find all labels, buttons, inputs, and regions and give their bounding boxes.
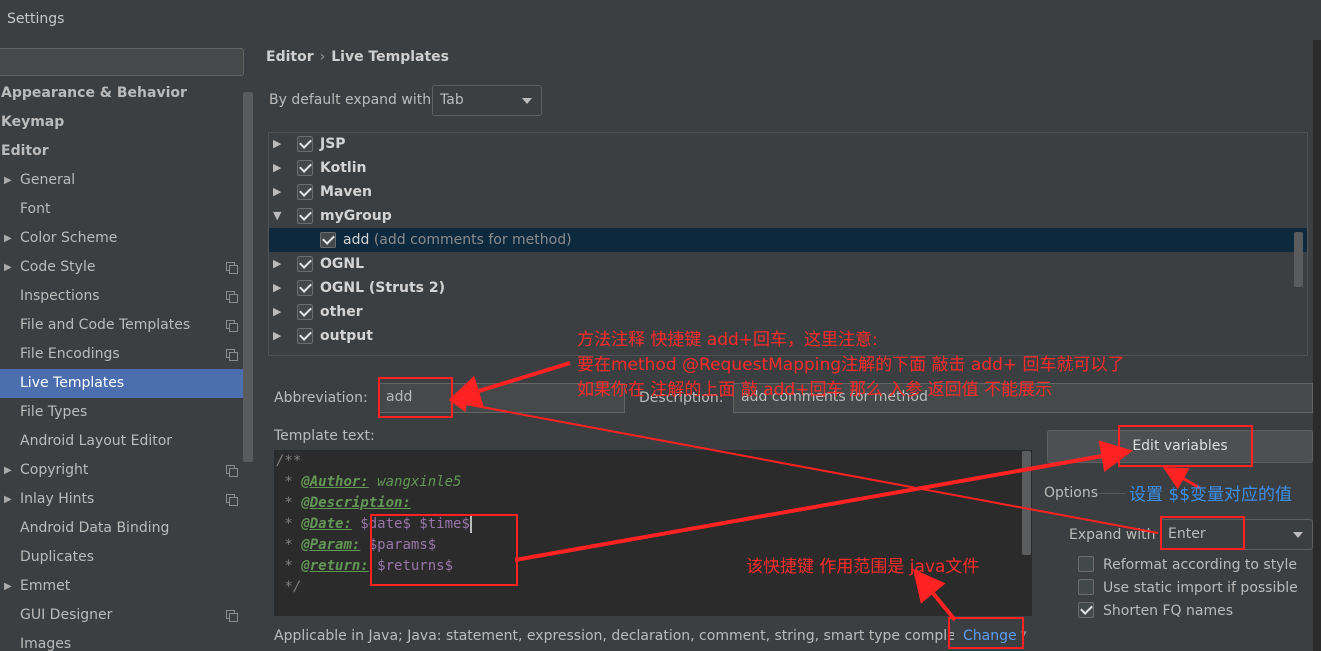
arrow-expand-to-abbreviation — [451, 396, 1159, 534]
arrow-to-edit-variables — [514, 440, 1133, 562]
annotation-scope-note: 该快捷键 作用范围是 java文件 — [746, 557, 980, 577]
annotation-note-line1: 方法注释 快捷键 add+回车，这里注意: — [577, 330, 878, 350]
arrow-to-scope-note — [912, 568, 957, 622]
arrow-to-abbreviation — [448, 361, 571, 407]
annotation-vars-note: 设置 $$变量对应的值 — [1129, 485, 1293, 505]
annotation-note-line2: 要在method @RequestMapping注解的下面 敲击 add+ 回车… — [577, 355, 1125, 375]
annotation-note-line3: 如果你在 注解的上面 敲 add+回车 那么 入参 返回值 不能展示 — [577, 380, 1053, 400]
